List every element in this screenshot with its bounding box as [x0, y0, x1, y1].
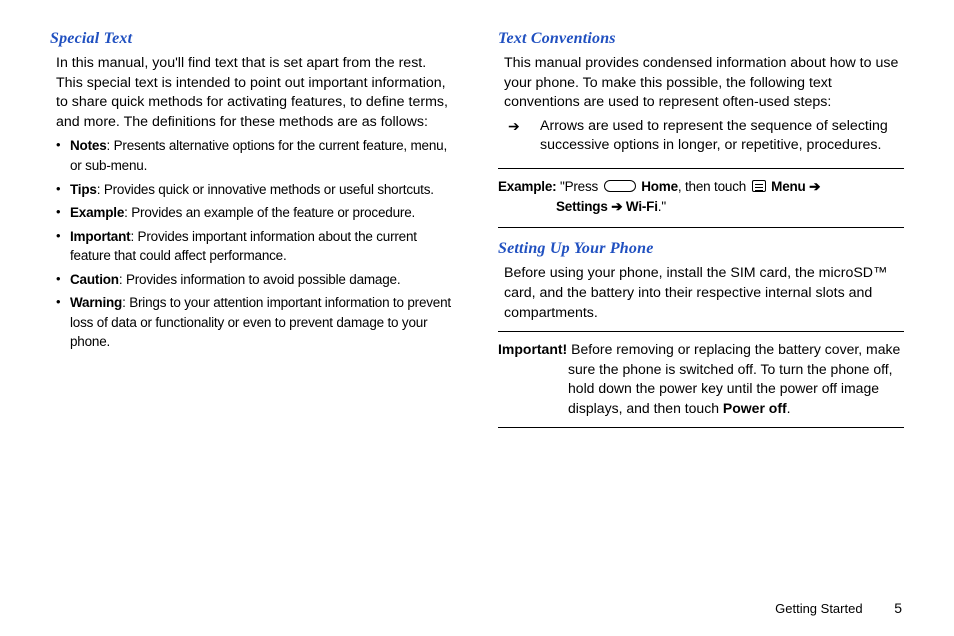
left-column: Special Text In this manual, you'll find…	[50, 30, 456, 436]
settings-label: Settings	[556, 199, 611, 214]
list-item: Caution: Provides information to avoid p…	[56, 270, 456, 290]
intro-text-conventions: This manual provides condensed informati…	[504, 54, 904, 113]
list-item: Notes: Presents alternative options for …	[56, 136, 456, 175]
arrow-description: Arrows are used to represent the sequenc…	[540, 117, 904, 156]
term: Example	[70, 205, 124, 220]
home-button-icon	[604, 180, 636, 192]
wifi-label: Wi-Fi	[622, 199, 657, 214]
definition-list: Notes: Presents alternative options for …	[56, 136, 456, 352]
important-text: .	[787, 400, 791, 416]
intro-special-text: In this manual, you'll find text that is…	[56, 54, 456, 132]
sequence-arrow-icon: ➔	[611, 199, 622, 214]
power-off-label: Power off	[723, 400, 787, 416]
sequence-arrow-icon: ➔	[809, 179, 820, 194]
intro-setting-up: Before using your phone, install the SIM…	[504, 264, 904, 323]
list-item: Example: Provides an example of the feat…	[56, 203, 456, 223]
page-number: 5	[894, 600, 902, 616]
term-desc: : Presents alternative options for the c…	[70, 138, 447, 173]
term: Tips	[70, 182, 97, 197]
term: Caution	[70, 272, 119, 287]
example-block: Example: "Press Home, then touch Menu ➔ …	[498, 177, 904, 220]
divider	[498, 227, 904, 228]
page-footer: Getting Started 5	[775, 600, 902, 616]
list-item: Important: Provides important informatio…	[56, 227, 456, 266]
menu-icon	[752, 180, 766, 192]
list-item: Tips: Provides quick or innovative metho…	[56, 180, 456, 200]
important-block: Important! Before removing or replacing …	[498, 340, 904, 418]
term-desc: : Provides information to avoid possible…	[119, 272, 401, 287]
heading-special-text: Special Text	[50, 30, 456, 48]
term-desc: : Provides an example of the feature or …	[124, 205, 415, 220]
term-desc: : Brings to your attention important inf…	[70, 295, 451, 349]
footer-section-name: Getting Started	[775, 601, 862, 616]
list-item: Warning: Brings to your attention import…	[56, 293, 456, 352]
important-label: Important!	[498, 341, 567, 357]
heading-text-conventions: Text Conventions	[498, 30, 904, 48]
divider	[498, 331, 904, 332]
example-text: , then touch	[678, 179, 750, 194]
home-label: Home	[638, 179, 678, 194]
term-desc: : Provides quick or innovative methods o…	[97, 182, 434, 197]
arrow-procedure-row: ➔ Arrows are used to represent the seque…	[508, 117, 904, 156]
example-text: "Press	[556, 179, 601, 194]
right-column: Text Conventions This manual provides co…	[498, 30, 904, 436]
menu-label: Menu	[768, 179, 810, 194]
arrow-icon: ➔	[508, 117, 540, 156]
term: Warning	[70, 295, 122, 310]
term: Important	[70, 229, 130, 244]
heading-setting-up: Setting Up Your Phone	[498, 240, 904, 258]
example-label: Example:	[498, 179, 556, 194]
divider	[498, 168, 904, 169]
example-text: ."	[658, 199, 666, 214]
divider	[498, 427, 904, 428]
term: Notes	[70, 138, 107, 153]
